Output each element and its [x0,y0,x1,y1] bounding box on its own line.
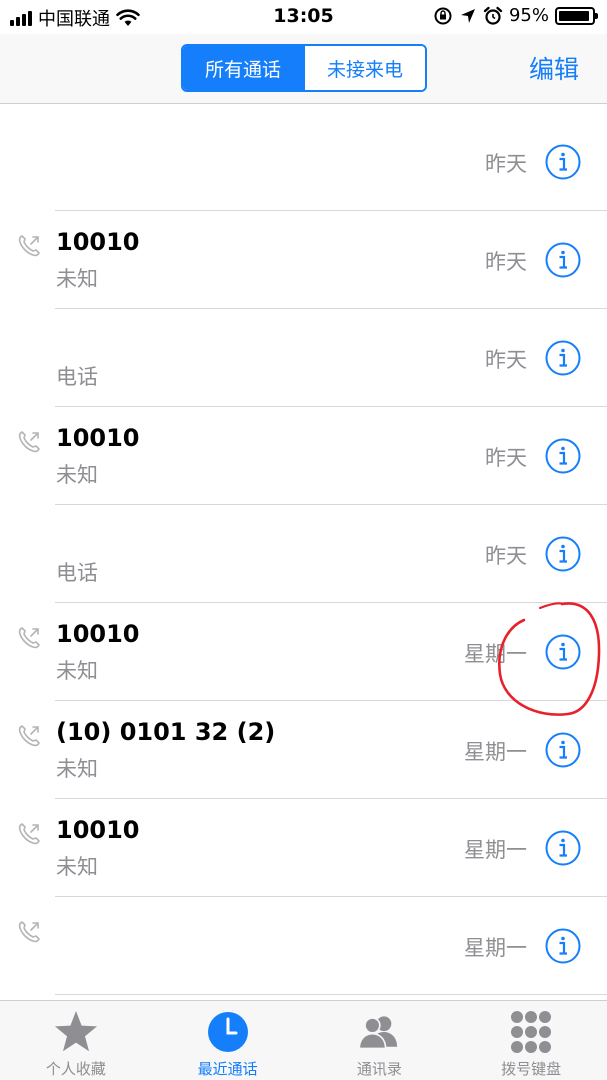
outgoing-call-icon [16,233,42,259]
tab-contacts[interactable]: 通讯录 [304,1001,456,1080]
battery-fill [559,10,589,21]
info-icon[interactable] [545,634,581,670]
tab-label-contacts: 通讯录 [356,1060,402,1078]
navigation-bar: 所有通话 未接来电 编辑 [0,34,607,104]
edit-button[interactable]: 编辑 [529,50,579,86]
status-bar: 中国联通 13:05 95% [0,0,607,34]
battery-percent: 95% [508,5,549,26]
segment-all-calls[interactable]: 所有通话 [183,46,303,90]
call-number: 10010 [56,424,140,452]
tab-label-favorites: 个人收藏 [45,1060,106,1078]
status-right: 95% [433,5,598,26]
outgoing-call-icon [16,723,42,749]
call-date: 星期一 [464,936,527,960]
call-row[interactable]: 10010 未知 星期一 [0,799,607,897]
call-date: 昨天 [485,348,527,372]
alarm-clock-icon [483,6,503,25]
call-number: (10) 0101 32 (2) [56,718,276,746]
contacts-icon [356,1009,402,1055]
info-icon[interactable] [545,242,581,278]
call-type-label: 电话 [56,561,98,585]
call-row[interactable]: 电话 昨天 [0,505,607,603]
call-date: 昨天 [485,152,527,176]
call-type-label: 电话 [56,365,98,389]
call-type-label: 未知 [56,757,98,781]
call-row[interactable]: 10010 未知 昨天 [0,211,607,309]
orientation-lock-icon [434,7,452,24]
call-row[interactable]: 电话 昨天 [0,309,607,407]
call-type-label: 未知 [56,267,98,291]
call-number: 10010 [56,620,140,648]
call-date: 昨天 [485,544,527,568]
recent-calls-list: 昨天 10010 未知 昨天 电话 昨天 10010 未知 昨天 电话 昨天 10010 未知 星期一 (1… [0,113,607,995]
call-row[interactable]: 星期一 [0,897,607,995]
outgoing-call-icon [16,919,42,945]
call-type-label: 未知 [56,659,98,683]
location-arrow-icon [460,8,475,23]
info-icon[interactable] [545,438,581,474]
call-date: 昨天 [485,250,527,274]
call-date: 星期一 [464,642,527,666]
info-icon[interactable] [545,830,581,866]
tab-label-keypad: 拨号键盘 [501,1060,562,1078]
info-icon[interactable] [545,536,581,572]
outgoing-call-icon [16,821,42,847]
phone-screen: 中国联通 13:05 95% 所有通话 未接来电 编辑 昨天 10010 未知 … [0,0,607,1080]
call-date: 星期一 [464,740,527,764]
outgoing-call-icon [16,625,42,651]
tab-recents[interactable]: 最近通话 [152,1001,304,1080]
call-date: 星期一 [464,838,527,862]
call-row[interactable]: 10010 未知 星期一 [0,603,607,701]
call-date: 昨天 [485,446,527,470]
clock-icon [205,1009,251,1055]
battery-icon [555,6,598,25]
tab-label-recents: 最近通话 [197,1060,258,1078]
call-row[interactable]: 昨天 [0,113,607,211]
info-icon[interactable] [545,144,581,180]
info-icon[interactable] [545,340,581,376]
outgoing-call-icon [16,429,42,455]
call-number: 10010 [56,228,140,256]
call-type-label: 未知 [56,855,98,879]
info-icon[interactable] [545,928,581,964]
call-row[interactable]: 10010 未知 昨天 [0,407,607,505]
tab-bar: 个人收藏 最近通话 通讯录 拨号键盘 [0,1000,607,1080]
tab-keypad[interactable]: 拨号键盘 [455,1001,607,1080]
info-icon[interactable] [545,732,581,768]
segment-missed-calls[interactable]: 未接来电 [303,46,425,90]
keypad-icon [508,1009,554,1055]
call-filter-segmented-control: 所有通话 未接来电 [181,44,427,92]
tab-favorites[interactable]: 个人收藏 [0,1001,152,1080]
call-type-label: 未知 [56,463,98,487]
call-number: 10010 [56,816,140,844]
call-row[interactable]: (10) 0101 32 (2) 未知 星期一 [0,701,607,799]
star-icon [53,1009,99,1055]
